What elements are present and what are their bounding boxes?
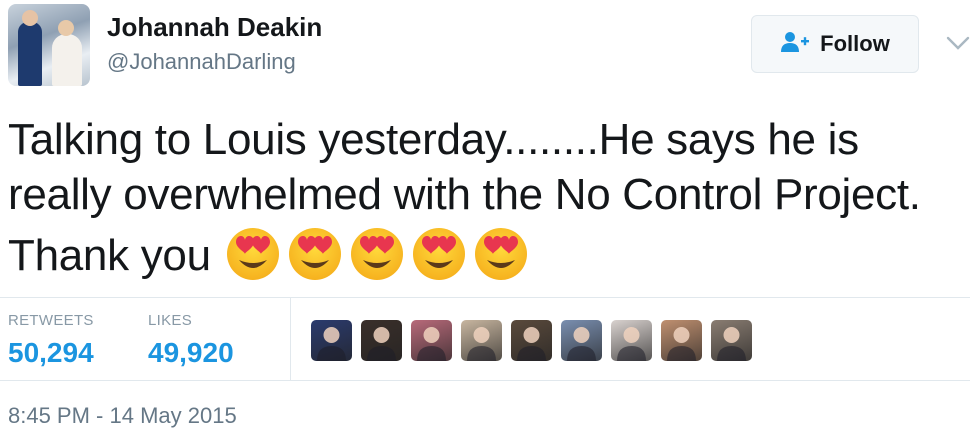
liker-avatar[interactable] bbox=[461, 320, 502, 361]
avatar-figure bbox=[18, 22, 42, 86]
retweets-count: 50,294 bbox=[8, 337, 94, 368]
liker-avatar[interactable] bbox=[611, 320, 652, 361]
heart-eyes-emoji-icon bbox=[347, 222, 407, 282]
heart-eyes-emoji-icon bbox=[471, 222, 531, 282]
avatar-figure bbox=[22, 10, 38, 26]
heart-eyes-emoji-icon bbox=[409, 222, 469, 282]
tweet-timestamp[interactable]: 8:45 PM - 14 May 2015 bbox=[8, 403, 237, 429]
liker-avatar[interactable] bbox=[361, 320, 402, 361]
liker-avatar[interactable] bbox=[561, 320, 602, 361]
heart-eyes-emoji-icon bbox=[285, 222, 345, 282]
follow-button[interactable]: Follow bbox=[751, 15, 919, 73]
avatar-figure bbox=[52, 34, 82, 86]
retweets-label: RETWEETS bbox=[8, 312, 94, 329]
tweet-text: Talking to Louis yesterday........He say… bbox=[8, 112, 938, 283]
liker-avatar[interactable] bbox=[661, 320, 702, 361]
likes-stat[interactable]: LIKES 49,920 bbox=[148, 312, 234, 370]
heart-eyes-emoji-icon bbox=[223, 222, 283, 282]
liker-avatar[interactable] bbox=[311, 320, 352, 361]
likes-label: LIKES bbox=[148, 312, 193, 329]
follow-user-icon bbox=[780, 31, 810, 58]
avatar-figure bbox=[58, 20, 74, 36]
liker-avatar[interactable] bbox=[711, 320, 752, 361]
chevron-down-icon[interactable] bbox=[946, 36, 970, 55]
retweets-stat[interactable]: RETWEETS 50,294 bbox=[8, 312, 94, 370]
profile-avatar[interactable] bbox=[8, 4, 90, 86]
user-handle[interactable]: @JohannahDarling bbox=[107, 49, 296, 75]
liker-avatar[interactable] bbox=[411, 320, 452, 361]
stats-divider bbox=[290, 298, 291, 380]
likes-count: 49,920 bbox=[148, 337, 234, 368]
liker-avatar[interactable] bbox=[511, 320, 552, 361]
liker-avatars bbox=[311, 320, 752, 361]
emoji-group bbox=[223, 228, 533, 280]
tweet-stats: RETWEETS 50,294 LIKES 49,920 bbox=[0, 297, 970, 381]
display-name[interactable]: Johannah Deakin bbox=[107, 12, 322, 42]
follow-button-label: Follow bbox=[820, 31, 890, 56]
